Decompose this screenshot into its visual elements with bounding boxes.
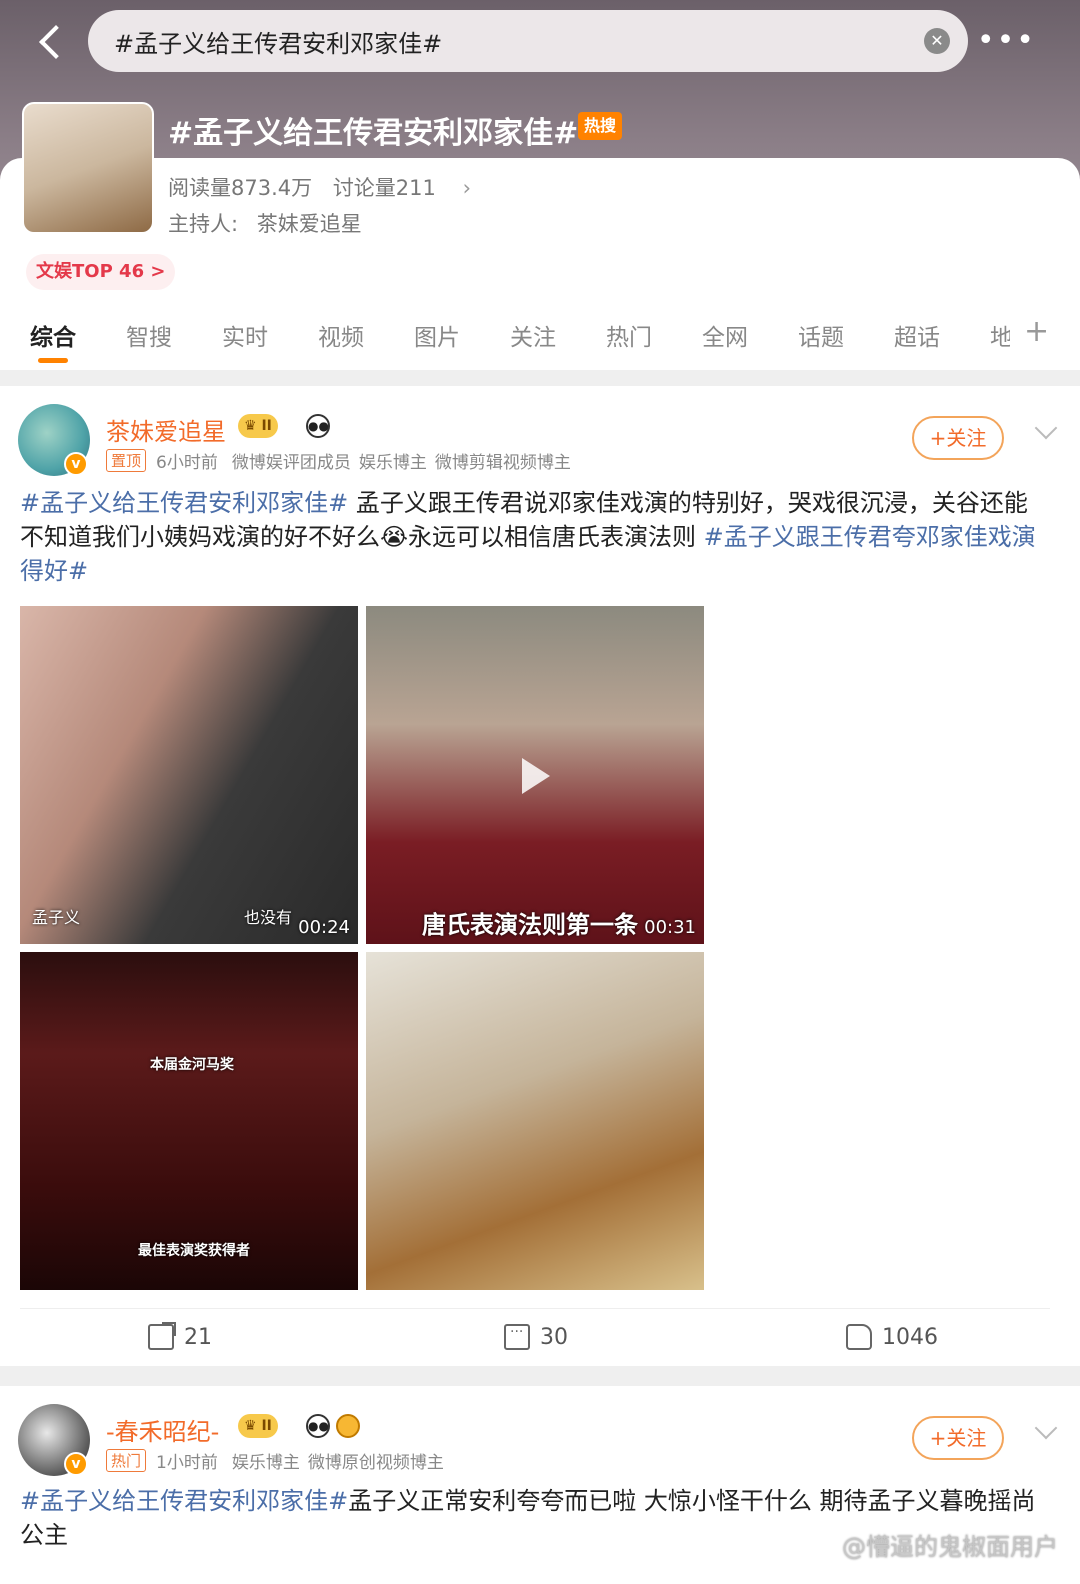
topic-stats[interactable]: 阅读量873.4万 讨论量211 › (168, 172, 471, 202)
share-count: 21 (184, 1324, 212, 1350)
topic-title: #孟子义给王传君安利邓家佳# (168, 116, 579, 151)
hashtag-link[interactable]: #孟子义给王传君安利邓家佳# (20, 489, 348, 517)
topic-host: 主持人: 茶妹爱追星 (168, 208, 362, 238)
video-caption-left: 孟子义 (32, 908, 81, 927)
author-desc: 娱乐博主 (358, 453, 427, 473)
hashtag-link[interactable]: #孟子义给王传君安利邓家佳# (20, 1487, 348, 1515)
active-tab-indicator (38, 358, 68, 363)
video-duration: 00:31 (644, 917, 696, 938)
image-subtitle: 本届金河马奖 (150, 1057, 234, 1073)
search-input[interactable]: #孟子义给王传君安利邓家佳# ✕ (88, 10, 968, 72)
like-button[interactable]: 1046 (846, 1324, 938, 1350)
chevron-right-icon: › (462, 176, 471, 200)
watermark: @懵逼的鬼椒面用户 (842, 1533, 1058, 1561)
divider (20, 1308, 1050, 1309)
tab-video[interactable]: 视频 (318, 318, 364, 352)
post-text: #孟子义给王传君安利邓家佳# 孟子义跟王传君说邓家佳戏演的特别好，哭戏很沉浸，关… (20, 486, 1050, 588)
read-count: 阅读量873.4万 (168, 176, 313, 200)
member-level-badge: ♛ II (238, 414, 278, 438)
post-meta: 热门 1小时前 娱乐博主 微博原创视频博主 (106, 1448, 444, 1473)
panda-icon: ●● (306, 414, 330, 438)
clear-icon[interactable]: ✕ (924, 28, 950, 54)
video-duration: 00:24 (298, 917, 350, 938)
pinned-tag: 置顶 (106, 449, 147, 472)
post-card: v 茶妹爱追星 ♛ II ●● 置顶 6小时前 微博娱评团成员 娱乐博主 微博剪… (0, 386, 1080, 1366)
post-time: 1小时前 (156, 1453, 218, 1473)
member-level-badge: ♛ II (238, 1414, 278, 1438)
follow-button[interactable]: +关注 (912, 416, 1004, 460)
tab-hot[interactable]: 热门 (606, 318, 652, 352)
topic-thumbnail (22, 102, 154, 234)
video-caption-right: 也没有 (244, 908, 293, 927)
comment-count: 30 (540, 1324, 568, 1350)
level-text: II (261, 1418, 272, 1434)
comment-button[interactable]: 30 (504, 1324, 568, 1350)
tab-following[interactable]: 关注 (510, 318, 556, 352)
post-meta: 置顶 6小时前 微博娱评团成员 娱乐博主 微博剪辑视频博主 (106, 448, 571, 473)
tab-location[interactable]: 地 (990, 318, 1010, 352)
verified-icon: v (64, 1452, 88, 1476)
username[interactable]: -春禾昭纪- (106, 1412, 219, 1447)
share-button[interactable]: 21 (148, 1322, 212, 1350)
add-tab-icon[interactable]: + (1024, 314, 1049, 349)
follow-button[interactable]: +关注 (912, 1416, 1004, 1460)
video-thumbnail[interactable]: 孟子义 也没有 00:24 (20, 606, 358, 944)
search-query: #孟子义给王传君安利邓家佳# (114, 29, 443, 58)
discussion-count: 讨论量211 (332, 176, 436, 200)
more-icon[interactable]: ••• (977, 26, 1036, 56)
post-time: 6小时前 (156, 453, 218, 473)
rank-badge[interactable]: 文娱TOP 46 > (26, 254, 176, 290)
tab-bar: 综合 智搜 实时 视频 图片 关注 热门 全网 话题 超话 地 + (0, 300, 1080, 370)
chevron-down-icon[interactable] (1034, 1416, 1058, 1440)
panda-icon: ●● (306, 1414, 330, 1438)
media-grid: 孟子义 也没有 00:24 唐氏表演法则第一条 00:31 本届金河马奖 最佳表… (20, 606, 704, 1290)
share-icon (148, 1322, 176, 1350)
tab-topics[interactable]: 话题 (798, 318, 844, 352)
fish-icon (336, 1414, 360, 1438)
hot-search-badge: 热搜 (578, 112, 623, 140)
tab-all[interactable]: 综合 (30, 318, 76, 352)
back-arrow-icon[interactable] (30, 22, 70, 62)
comment-icon (504, 1324, 530, 1350)
host-label: 主持人: (168, 212, 239, 236)
level-text: II (261, 418, 272, 434)
author-desc: 微博剪辑视频博主 (434, 453, 571, 473)
image-subtitle: 最佳表演奖获得者 (138, 1243, 250, 1259)
chevron-down-icon[interactable] (1034, 416, 1058, 440)
tab-web[interactable]: 全网 (702, 318, 748, 352)
tab-smart-search[interactable]: 智搜 (126, 318, 172, 352)
tab-images[interactable]: 图片 (414, 318, 460, 352)
username[interactable]: 茶妹爱追星 (106, 412, 226, 447)
tab-super-topic[interactable]: 超话 (894, 318, 940, 352)
verified-icon: v (64, 452, 88, 476)
like-count: 1046 (882, 1324, 938, 1350)
author-desc: 微博原创视频博主 (307, 1453, 444, 1473)
author-desc: 微博娱评团成员 (231, 453, 351, 473)
host-name[interactable]: 茶妹爱追星 (257, 212, 362, 236)
hot-tag: 热门 (106, 1449, 147, 1472)
video-thumbnail[interactable]: 唐氏表演法则第一条 00:31 (366, 606, 704, 944)
author-desc: 娱乐博主 (231, 1453, 300, 1473)
tab-realtime[interactable]: 实时 (222, 318, 268, 352)
image-thumbnail[interactable] (366, 952, 704, 1290)
thumbs-up-icon (846, 1324, 872, 1350)
video-subtitle: 唐氏表演法则第一条 (422, 911, 638, 939)
image-thumbnail[interactable]: 本届金河马奖 最佳表演奖获得者 (20, 952, 358, 1290)
play-icon (522, 758, 550, 794)
